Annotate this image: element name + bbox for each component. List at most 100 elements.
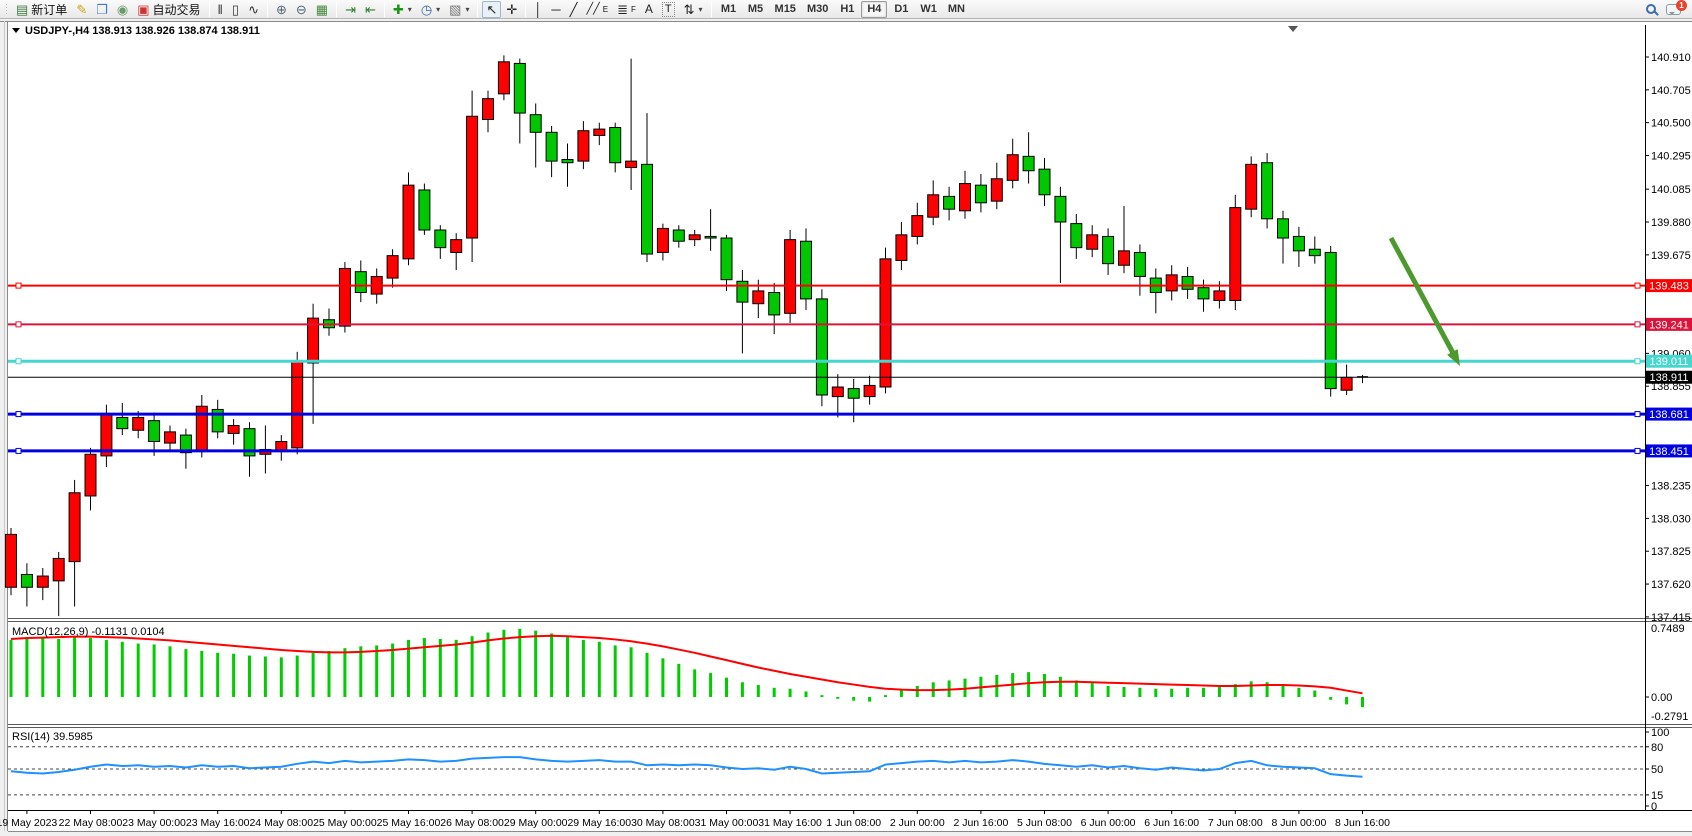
svg-text:5 Jun 08:00: 5 Jun 08:00 (1017, 817, 1072, 829)
autotrading-button[interactable]: ▣ 自动交易 (133, 1, 204, 18)
crosshair-icon: ✛ (506, 3, 517, 16)
clock-icon: ◷ (421, 3, 432, 16)
timeframe-m30[interactable]: M30 (802, 1, 833, 18)
new-order-button[interactable]: ▤ 新订单 (12, 1, 71, 18)
fibonacci-button[interactable]: ≣F (613, 1, 640, 18)
text-button[interactable]: A (641, 1, 657, 18)
toolbar-separator (267, 2, 268, 17)
new-order-icon: ▤ (16, 3, 28, 16)
svg-text:138.235: 138.235 (1651, 481, 1691, 493)
candlestick-chart-button[interactable]: ▯ (228, 1, 243, 18)
svg-text:6 Jun 16:00: 6 Jun 16:00 (1144, 817, 1199, 829)
svg-text:25 May 16:00: 25 May 16:00 (377, 817, 441, 829)
svg-text:0: 0 (1651, 801, 1657, 813)
indicators-icon: ✚ (393, 3, 404, 16)
chart-canvas[interactable]: USDJPY-,H4 138.913 138.926 138.874 138.9… (0, 19, 1692, 836)
svg-text:19 May 2023: 19 May 2023 (0, 817, 57, 829)
svg-text:31 May 16:00: 31 May 16:00 (758, 817, 822, 829)
svg-text:50: 50 (1651, 764, 1663, 776)
candlestick-chart-icon: ▯ (232, 3, 239, 16)
new-order-label: 新订单 (31, 1, 67, 18)
arrows-icon: ⇅ (684, 3, 695, 16)
bar-chart-icon: ‖ (218, 3, 223, 16)
timeframe-mn[interactable]: MN (943, 1, 970, 18)
zoom-in-icon: ⊕ (276, 3, 287, 16)
timeframe-m1[interactable]: M1 (716, 1, 742, 18)
arrows-button[interactable]: ⇅ ▾ (680, 1, 707, 18)
svg-text:139.011: 139.011 (1650, 356, 1689, 368)
zoom-out-icon: ⊖ (296, 3, 307, 16)
profiles-button[interactable]: ❐ (92, 1, 112, 18)
equidistant-channel-button[interactable]: ╱╱ E (582, 1, 612, 18)
vertical-line-icon: │ (534, 3, 542, 16)
svg-text:138.681: 138.681 (1649, 409, 1689, 421)
svg-text:30 May 08:00: 30 May 08:00 (631, 817, 695, 829)
svg-text:2 Jun 00:00: 2 Jun 00:00 (890, 817, 945, 829)
svg-text:29 May 00:00: 29 May 00:00 (504, 817, 568, 829)
chevron-down-icon: ▾ (699, 5, 703, 14)
toolbar-separator (209, 2, 210, 17)
chevron-down-icon: ▾ (408, 5, 412, 14)
svg-text:0.00: 0.00 (1651, 692, 1672, 704)
text-label-button[interactable]: T (658, 1, 679, 18)
svg-text:23 May 00:00: 23 May 00:00 (122, 817, 186, 829)
search-icon[interactable] (1646, 4, 1656, 14)
channel-e-label: E (603, 5, 608, 14)
line-chart-button[interactable]: ∿ (244, 1, 263, 18)
toolbar-separator (711, 2, 712, 17)
svg-text:138.911: 138.911 (1650, 372, 1689, 384)
bar-chart-button[interactable]: ‖ (214, 1, 227, 18)
text-label-icon: T (662, 2, 675, 17)
zoom-in-button[interactable]: ⊕ (272, 1, 291, 18)
tile-windows-button[interactable]: ▦ (312, 1, 332, 18)
signals-button[interactable]: ◉ (113, 1, 132, 18)
svg-text:139.675: 139.675 (1651, 250, 1691, 262)
cursor-button[interactable]: ↖ (482, 1, 501, 18)
svg-text:25 May 00:00: 25 May 00:00 (313, 817, 377, 829)
auto-scroll-button[interactable]: ⇥ (341, 1, 360, 18)
svg-text:139.241: 139.241 (1649, 319, 1689, 331)
svg-text:29 May 16:00: 29 May 16:00 (567, 817, 631, 829)
zoom-out-button[interactable]: ⊖ (292, 1, 311, 18)
chart-shift-button[interactable]: ⇤ (361, 1, 380, 18)
vertical-line-button[interactable]: │ (530, 1, 546, 18)
line-chart-icon: ∿ (248, 3, 259, 16)
svg-text:24 May 08:00: 24 May 08:00 (249, 817, 313, 829)
toolbar-grip (5, 3, 9, 16)
svg-text:6 Jun 00:00: 6 Jun 00:00 (1081, 817, 1136, 829)
timeframe-w1[interactable]: W1 (915, 1, 942, 18)
svg-text:140.085: 140.085 (1651, 184, 1691, 196)
svg-text:8 Jun 00:00: 8 Jun 00:00 (1271, 817, 1326, 829)
svg-text:8 Jun 16:00: 8 Jun 16:00 (1335, 817, 1390, 829)
svg-text:137.825: 137.825 (1651, 546, 1691, 558)
templates-button[interactable]: ▧ ▾ (445, 1, 473, 18)
autotrading-label: 自动交易 (153, 1, 201, 18)
equidistant-channel-icon: ╱╱ (586, 3, 599, 16)
svg-text:138.030: 138.030 (1651, 513, 1691, 525)
fibonacci-icon: ≣ (617, 3, 628, 16)
chevron-down-icon: ▾ (436, 5, 440, 14)
trendline-button[interactable]: ╱ (566, 1, 582, 18)
crosshair-button[interactable]: ✛ (502, 1, 521, 18)
svg-text:0.7489: 0.7489 (1651, 623, 1685, 635)
svg-text:31 May 00:00: 31 May 00:00 (695, 817, 759, 829)
styler-button[interactable]: ✎ (72, 1, 91, 18)
toolbar-separator (384, 2, 385, 17)
tile-windows-icon: ▦ (316, 3, 328, 16)
timeframe-d1[interactable]: D1 (888, 1, 914, 18)
svg-text:7 Jun 08:00: 7 Jun 08:00 (1208, 817, 1263, 829)
rsi-label: RSI(14) 39.5985 (12, 731, 93, 743)
horizontal-line-button[interactable]: ─ (547, 1, 564, 18)
timeframe-m5[interactable]: M5 (743, 1, 769, 18)
trendline-icon: ╱ (570, 3, 578, 16)
notification-badge: 1 (1676, 0, 1687, 11)
chart-shift-icon: ⇤ (365, 3, 376, 16)
timeframe-m15[interactable]: M15 (770, 1, 801, 18)
timeframe-h4[interactable]: H4 (861, 1, 887, 18)
svg-text:1 Jun 08:00: 1 Jun 08:00 (826, 817, 881, 829)
periods-button[interactable]: ◷ ▾ (417, 1, 444, 18)
indicators-button[interactable]: ✚ ▾ (389, 1, 416, 18)
horizontal-line-icon: ─ (551, 3, 560, 16)
timeframe-h1[interactable]: H1 (834, 1, 860, 18)
chat-icon[interactable]: 1 (1666, 4, 1681, 15)
